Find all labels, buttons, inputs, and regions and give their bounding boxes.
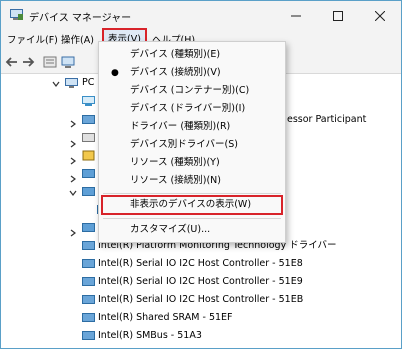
view-menu-item[interactable]: デバイス別ドライバー(S) (99, 136, 285, 154)
menu-file[interactable]: ファイル(F) (3, 31, 62, 51)
tree-device-row[interactable]: Intel(R) Serial IO I2C Host Controller -… (98, 255, 303, 273)
close-button[interactable] (359, 1, 401, 31)
device-category-icon (82, 169, 95, 178)
device-icon (82, 241, 95, 250)
chevron-right-icon[interactable] (69, 140, 77, 148)
device-icon (82, 277, 95, 286)
device-icon (82, 313, 95, 322)
scan-hardware-icon[interactable] (61, 55, 75, 69)
view-menu-item-checked[interactable]: ● デバイス (接続別)(V) (99, 64, 285, 82)
device-manager-icon (10, 9, 23, 20)
menu-separator (103, 193, 281, 194)
view-menu-item-label: ドライバー (種類別)(R) (130, 121, 231, 132)
window-title: デバイス マネージャー (29, 13, 132, 24)
tree-device-row[interactable]: Intel(R) Shared SRAM - 51EF (98, 309, 233, 327)
device-icon (82, 331, 95, 340)
chevron-right-icon[interactable] (69, 175, 77, 183)
view-menu-item-label: デバイス (接続別)(V) (130, 67, 221, 78)
device-category-icon (82, 223, 95, 232)
view-menu-item[interactable]: デバイス (コンテナー別)(C) (99, 82, 285, 100)
view-menu-item[interactable]: デバイス (ドライバー別)(I) (99, 100, 285, 118)
device-category-icon (82, 115, 95, 124)
view-menu-item-label: デバイス別ドライバー(S) (130, 139, 238, 150)
chevron-right-icon[interactable] (69, 229, 77, 237)
checked-bullet-icon: ● (111, 68, 119, 78)
processor-partial-label[interactable]: essor Participant (287, 111, 366, 129)
show-hidden-devices-item[interactable]: 非表示のデバイスの表示(W) (101, 195, 283, 215)
chevron-right-icon[interactable] (69, 157, 77, 165)
chevron-right-icon[interactable] (69, 120, 77, 128)
show-hidden-devices-label: 非表示のデバイスの表示(W) (130, 199, 252, 210)
maximize-button[interactable] (317, 1, 359, 31)
device-icon (82, 295, 95, 304)
device-icon (82, 259, 95, 268)
view-menu-item-label: デバイス (種類別)(E) (130, 49, 221, 60)
tree-root-label[interactable]: PC (82, 74, 94, 92)
forward-arrow-icon[interactable] (21, 55, 35, 69)
customize-item[interactable]: カスタマイズ(U)... (99, 221, 285, 239)
title-bar: デバイス マネージャー (1, 1, 401, 31)
view-menu-item-label: デバイス (ドライバー別)(I) (130, 103, 246, 114)
view-menu-item[interactable]: リソース (種類別)(Y) (99, 154, 285, 172)
back-arrow-icon[interactable] (5, 55, 19, 69)
chevron-down-icon[interactable] (52, 80, 60, 88)
tree-device-row[interactable]: Intel(R) SMBus - 51A3 (98, 327, 202, 345)
view-menu-item[interactable]: リソース (接続別)(N) (99, 172, 285, 190)
view-menu-dropdown: デバイス (種類別)(E) ● デバイス (接続別)(V) デバイス (コンテナー… (98, 41, 286, 243)
device-category-icon (82, 96, 95, 106)
view-menu-item-label: リソース (種類別)(Y) (130, 157, 220, 168)
minimize-icon (291, 15, 301, 17)
menu-separator (103, 218, 281, 219)
maximize-icon (333, 11, 343, 21)
device-category-icon (82, 150, 95, 161)
minimize-button[interactable] (275, 1, 317, 31)
view-menu-item-label: リソース (接続別)(N) (130, 175, 221, 186)
device-category-icon (82, 187, 95, 196)
device-manager-window: デバイス マネージャー ファイル(F) 操作(A) 表示(V) ヘルプ(H) (0, 0, 402, 349)
computer-icon (65, 78, 78, 88)
tree-device-row[interactable]: Intel(R) Serial IO I2C Host Controller -… (98, 291, 303, 309)
view-menu-item[interactable]: ドライバー (種類別)(R) (99, 118, 285, 136)
view-menu-item[interactable]: デバイス (種類別)(E) (99, 46, 285, 64)
chevron-down-icon[interactable] (69, 189, 77, 197)
customize-label: カスタマイズ(U)... (130, 224, 211, 235)
view-menu-item-label: デバイス (コンテナー別)(C) (130, 85, 250, 96)
close-icon (375, 11, 385, 21)
device-category-icon (82, 133, 95, 142)
menu-action[interactable]: 操作(A) (57, 31, 98, 51)
properties-icon[interactable] (43, 55, 57, 69)
tree-device-row[interactable]: Intel(R) Serial IO I2C Host Controller -… (98, 273, 303, 291)
